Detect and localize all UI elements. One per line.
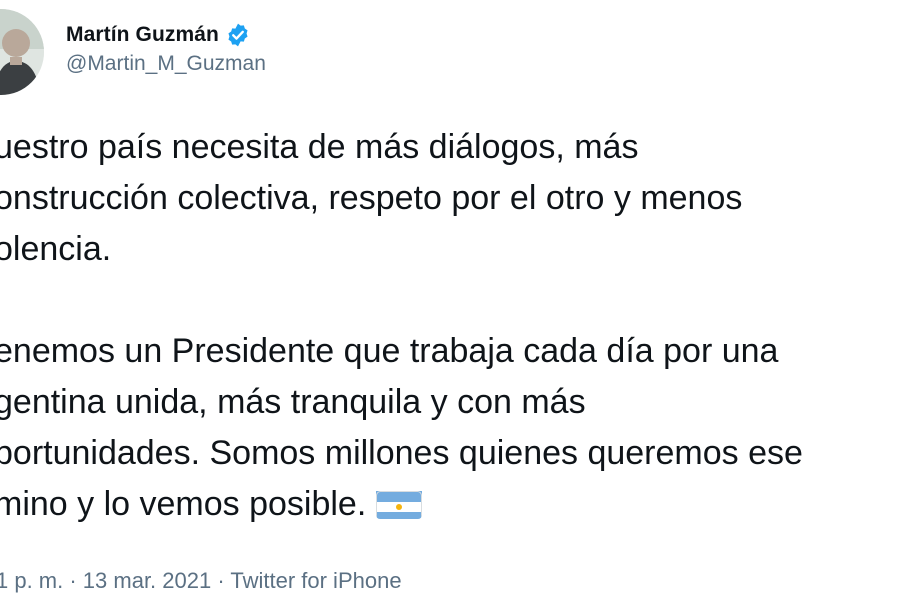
argentina-flag-icon bbox=[376, 487, 423, 519]
tweet-paragraph-1: uestro país necesita de más diálogos, má… bbox=[0, 128, 743, 268]
author-name-row: Martín Guzmán bbox=[66, 20, 251, 50]
avatar[interactable] bbox=[0, 9, 44, 95]
tweet-timestamp-source[interactable]: 1 p. m. · 13 mar. 2021 · Twitter for iPh… bbox=[0, 568, 402, 594]
author-display-name[interactable]: Martín Guzmán bbox=[66, 23, 219, 47]
profile-photo bbox=[0, 9, 44, 95]
tweet-text: uestro país necesita de más diálogos, má… bbox=[0, 122, 900, 530]
verified-badge-icon bbox=[225, 22, 251, 48]
author-handle[interactable]: @Martin_M_Guzman bbox=[66, 52, 266, 76]
tweet-paragraph-2: enemos un Presidente que trabaja cada dí… bbox=[0, 326, 900, 530]
